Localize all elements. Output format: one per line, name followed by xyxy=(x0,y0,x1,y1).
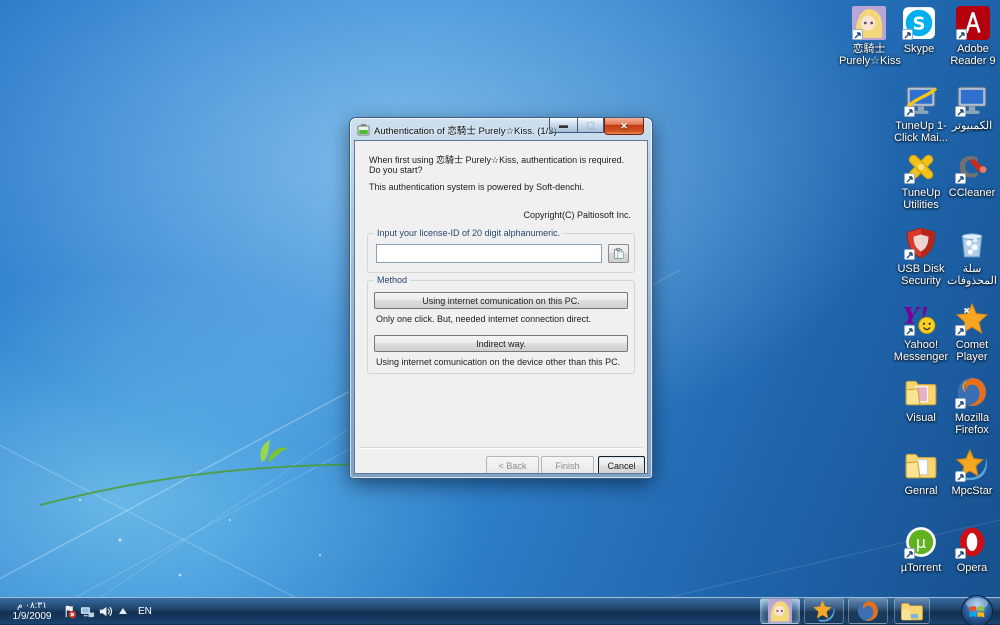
show-hidden-icons-button[interactable] xyxy=(114,597,132,625)
minimize-button[interactable]: ▬ xyxy=(549,118,577,133)
yahoo-messenger-icon: Y! xyxy=(904,302,938,336)
cancel-button[interactable]: Cancel xyxy=(598,456,645,474)
start-button[interactable] xyxy=(960,594,994,625)
skype-icon: S xyxy=(902,6,936,40)
purely-kiss-taskbar-icon xyxy=(768,599,792,623)
computer-icon xyxy=(955,83,989,117)
desktop-icon-opera[interactable]: Opera xyxy=(942,525,1000,574)
desktop-icon-comet-player[interactable]: Comet Player xyxy=(942,302,1000,363)
desktop-icon-adobe-reader[interactable]: Adobe Reader 9 xyxy=(943,6,1000,67)
taskbar-app-firefox[interactable] xyxy=(848,598,888,624)
authentication-dialog: Authentication of 恋騎士 Purely☆Kiss. (1/3)… xyxy=(350,118,652,478)
desktop-icon-firefox[interactable]: Mozilla Firefox xyxy=(942,375,1000,436)
powered-by-text: This authentication system is powered by… xyxy=(369,182,584,192)
desktop-icon-label: الكمبيوتر xyxy=(942,120,1000,132)
method-groupbox: Method Using internet comunication on th… xyxy=(367,280,635,374)
dialog-title: Authentication of 恋騎士 Purely☆Kiss. (1/3) xyxy=(374,123,557,137)
shortcut-arrow-icon xyxy=(904,249,915,260)
desktop-icon-skype[interactable]: S Skype xyxy=(889,6,949,55)
tuneup-utilities-icon xyxy=(904,150,938,184)
ccleaner-icon: C xyxy=(955,150,989,184)
visual-folder-icon xyxy=(904,375,938,409)
firefox-taskbar-icon xyxy=(856,599,880,623)
system-tray: ٠٨:٣١ م 1/9/2009 EN xyxy=(0,597,158,625)
desktop-icon-label: سلة المحذوفات xyxy=(942,263,1000,287)
finish-button[interactable]: Finish xyxy=(541,456,594,474)
network-icon[interactable] xyxy=(78,597,96,625)
shortcut-arrow-icon xyxy=(904,325,915,336)
license-groupbox: Input your license-ID of 20 digit alphan… xyxy=(367,233,635,273)
desktop: 恋騎士 Purely☆Kiss S Skype Adobe Reader 9 T… xyxy=(0,0,1000,625)
desktop-icon-recycle-bin[interactable]: سلة المحذوفات xyxy=(942,226,1000,287)
method2-caption: Using internet comunication on the devic… xyxy=(376,357,620,367)
mpcstar-icon xyxy=(955,448,989,482)
svg-text:µ: µ xyxy=(916,533,926,552)
back-button[interactable]: < Back xyxy=(486,456,539,474)
indirect-way-button[interactable]: Indirect way. xyxy=(374,335,628,352)
dialog-titlebar[interactable]: Authentication of 恋騎士 Purely☆Kiss. (1/3)… xyxy=(350,118,652,140)
desktop-icon-computer[interactable]: الكمبيوتر xyxy=(942,83,1000,132)
up-triangle-icon xyxy=(119,608,127,614)
adobe-reader-icon xyxy=(956,6,990,40)
svg-text:S: S xyxy=(913,13,926,34)
shortcut-arrow-icon xyxy=(955,471,966,482)
opera-icon xyxy=(955,525,989,559)
shortcut-arrow-icon xyxy=(904,106,915,117)
shortcut-arrow-icon xyxy=(904,548,915,559)
shortcut-arrow-icon xyxy=(955,398,966,409)
shortcut-arrow-icon xyxy=(904,173,915,184)
desktop-icon-label: Mozilla Firefox xyxy=(942,412,1000,436)
shortcut-arrow-icon xyxy=(955,548,966,559)
shortcut-arrow-icon xyxy=(955,173,966,184)
desktop-icon-label: Opera xyxy=(942,562,1000,574)
desktop-icon-label: MpcStar xyxy=(942,485,1000,497)
desktop-icon-label: CCleaner xyxy=(942,187,1000,199)
desktop-icon-label: Adobe Reader 9 xyxy=(943,43,1000,67)
close-button[interactable]: ✕ xyxy=(604,118,644,135)
method-groupbox-label: Method xyxy=(374,275,410,285)
taskbar-app-purely-kiss[interactable] xyxy=(760,598,800,624)
utorrent-icon: µ xyxy=(904,525,938,559)
maximize-button[interactable]: ▢ xyxy=(577,118,604,133)
method1-caption: Only one click. But, needed internet con… xyxy=(376,314,591,324)
desktop-icon-label: Comet Player xyxy=(942,339,1000,363)
firefox-icon xyxy=(955,375,989,409)
comet-player-icon xyxy=(955,302,989,336)
shortcut-arrow-icon xyxy=(852,29,863,40)
desktop-icon-label: Skype xyxy=(889,43,949,55)
shortcut-arrow-icon xyxy=(955,325,966,336)
usb-disk-security-icon xyxy=(904,226,938,260)
language-indicator[interactable]: EN xyxy=(132,597,158,625)
copyright-text: Copyright(C) Paltiosoft Inc. xyxy=(523,210,631,220)
desktop-icon-mpcstar[interactable]: MpcStar xyxy=(942,448,1000,497)
explorer-folder-icon xyxy=(900,599,924,623)
clipboard-icon xyxy=(612,247,625,260)
button-separator xyxy=(359,447,643,448)
mpcstar-taskbar-icon xyxy=(812,599,836,623)
intro-text-line2: Do you start? xyxy=(369,165,423,175)
clock-date: 1/9/2009 xyxy=(4,611,60,622)
license-groupbox-label: Input your license-ID of 20 digit alphan… xyxy=(374,228,563,238)
shortcut-arrow-icon xyxy=(955,106,966,117)
shortcut-arrow-icon xyxy=(902,29,913,40)
internet-this-pc-button[interactable]: Using internet comunication on this PC. xyxy=(374,292,628,309)
taskbar-app-mpcstar[interactable] xyxy=(804,598,844,624)
desktop-icon-ccleaner[interactable]: C CCleaner xyxy=(942,150,1000,199)
clock-time: ٠٨:٣١ م xyxy=(4,600,60,611)
volume-icon[interactable] xyxy=(96,597,114,625)
taskbar: ٠٨:٣١ م 1/9/2009 EN xyxy=(0,597,1000,625)
genral-folder-icon xyxy=(904,448,938,482)
action-center-flag-icon[interactable] xyxy=(60,597,78,625)
shortcut-arrow-icon xyxy=(956,29,967,40)
license-id-input[interactable] xyxy=(376,244,602,263)
paste-button[interactable] xyxy=(608,244,629,263)
windows-orb-icon xyxy=(960,594,994,625)
taskbar-clock[interactable]: ٠٨:٣١ م 1/9/2009 xyxy=(4,600,60,622)
tuneup-1click-icon xyxy=(904,83,938,117)
soft-denchi-battery-icon xyxy=(357,123,370,135)
dialog-client-area: When first using 恋騎士 Purely☆Kiss, authen… xyxy=(354,140,648,474)
taskbar-app-explorer[interactable] xyxy=(894,598,930,624)
purely-kiss-icon xyxy=(852,6,886,40)
recycle-bin-icon xyxy=(955,226,989,260)
